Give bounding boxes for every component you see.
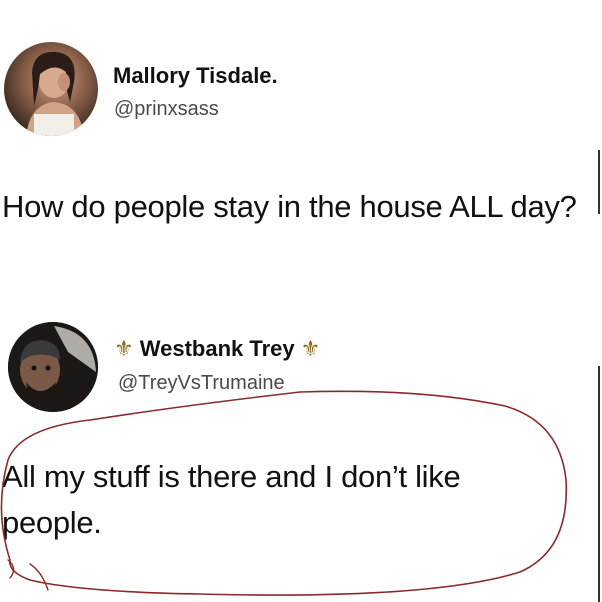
crop-edge-line xyxy=(598,150,600,214)
avatar-photo xyxy=(26,51,84,136)
avatar[interactable] xyxy=(8,322,98,412)
avatar-photo xyxy=(8,322,98,412)
avatar[interactable] xyxy=(4,42,98,136)
author-handle[interactable]: @TreyVsTrumaine xyxy=(118,372,285,395)
author-name[interactable]: Westbank Trey xyxy=(140,336,295,362)
tweet-text: All my stuff is there and I don’t like p… xyxy=(2,459,461,540)
tweet-original: Mallory Tisdale. @prinxsass How do peopl… xyxy=(0,0,602,310)
crop-edge-line xyxy=(598,366,600,602)
tweet-text: How do people stay in the house ALL day? xyxy=(2,189,577,224)
author-handle[interactable]: @prinxsass xyxy=(114,98,219,121)
author-name[interactable]: Mallory Tisdale. xyxy=(113,63,278,89)
tweet-reply: ⚜ Westbank Trey ⚜ @TreyVsTrumaine All my… xyxy=(0,310,602,602)
author-name-row[interactable]: ⚜ Westbank Trey ⚜ xyxy=(114,336,320,362)
fleur-de-lis-icon: ⚜ xyxy=(114,336,134,361)
fleur-de-lis-icon: ⚜ xyxy=(300,336,321,361)
